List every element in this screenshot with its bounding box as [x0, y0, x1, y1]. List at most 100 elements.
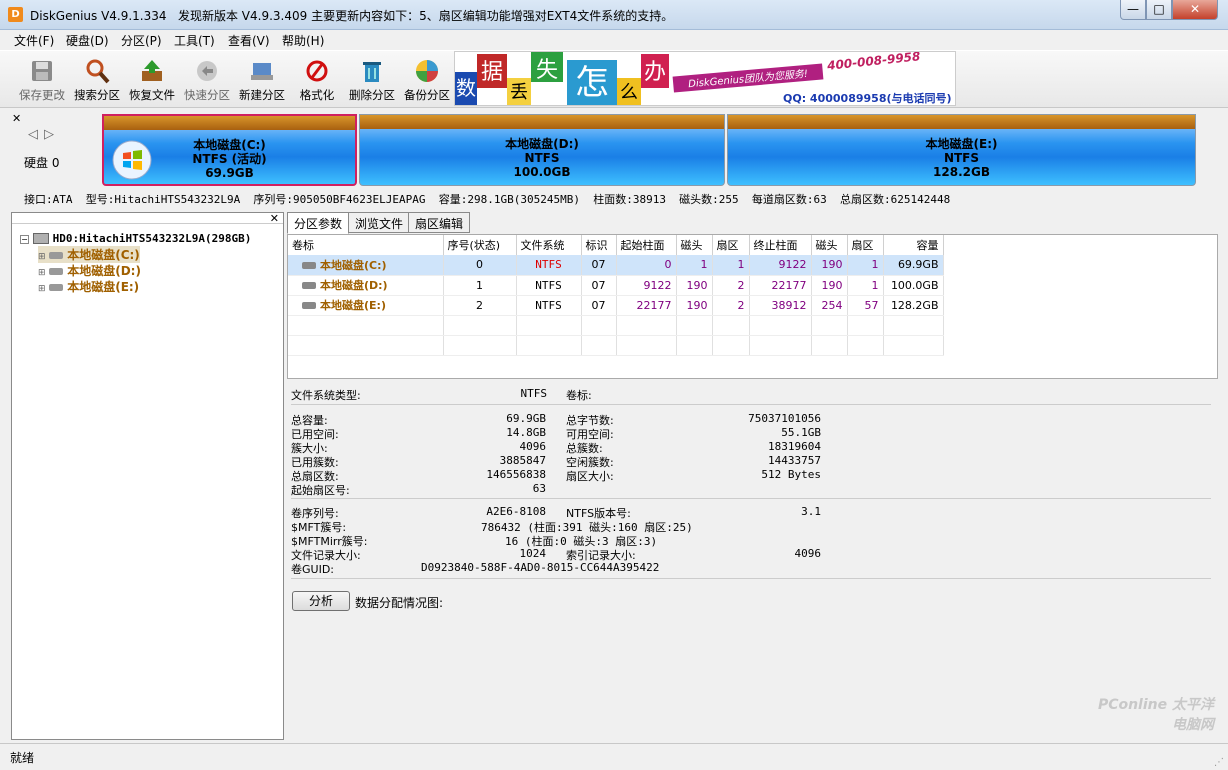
maximize-button[interactable]: □	[1146, 0, 1172, 20]
title-bar: D DiskGenius V4.9.1.334 发现新版本 V4.9.3.409…	[0, 0, 1228, 30]
menu-help[interactable]: 帮助(H)	[282, 32, 324, 49]
banner-phone: 400-008-9958	[826, 51, 921, 73]
resize-grip-icon[interactable]: ⋰	[1214, 757, 1224, 768]
vol-label-label: 卷标:	[566, 389, 592, 402]
expand-icon[interactable]: ⊞	[38, 284, 46, 294]
new-partition-icon	[251, 63, 273, 80]
banner-char-2: 据	[477, 54, 507, 88]
col-capacity[interactable]: 容量	[883, 235, 944, 255]
partition-e-fs: NTFS	[943, 151, 980, 165]
partition-icon	[302, 282, 316, 289]
minimize-button[interactable]: —	[1120, 0, 1146, 20]
table-row[interactable]: 本地磁盘(D:) 1 NTFS 07 9122 190 2 22177 190 …	[288, 275, 944, 296]
collapse-icon[interactable]: −	[20, 235, 29, 244]
expand-icon[interactable]: ⊞	[38, 252, 46, 262]
detail-row: 总簇数: 18319604	[566, 440, 821, 455]
partition-d-size: 100.0GB	[513, 165, 571, 179]
banner-char-6: 么	[617, 78, 641, 105]
backup-partition-button[interactable]: 备份分区	[398, 53, 456, 107]
col-start-cyl[interactable]: 起始柱面	[616, 235, 677, 255]
detail-row: 卷GUID: D0923840-588F-4AD0-8015-CC644A3954…	[291, 561, 660, 576]
save-button[interactable]: 保存更改	[13, 53, 71, 107]
details-pane: 分区参数 浏览文件 扇区编辑 卷标 序号(状态) 文件系统 标识 起始柱面 磁头…	[287, 212, 1218, 740]
close-button[interactable]: ✕	[1172, 0, 1218, 20]
next-disk-icon[interactable]: ▷	[44, 127, 54, 142]
col-end-sector[interactable]: 扇区	[847, 235, 884, 255]
partition-c-block[interactable]: 本地磁盘(C:) NTFS (活动) 69.9GB	[102, 114, 357, 186]
menu-tools[interactable]: 工具(T)	[174, 32, 215, 49]
table-row[interactable]: 本地磁盘(E:) 2 NTFS 07 22177 190 2 38912 254…	[288, 295, 944, 316]
recover-files-button[interactable]: 恢复文件	[123, 53, 181, 107]
menu-bar: 文件(F) 硬盘(D) 分区(P) 工具(T) 查看(V) 帮助(H)	[0, 30, 1228, 50]
status-bar: 就绪 ⋰	[0, 743, 1228, 770]
tab-browse-files[interactable]: 浏览文件	[348, 212, 411, 233]
disk-info: 接口:ATA 型号:HitachiHTS543232L9A 序列号:905050…	[24, 193, 951, 206]
tree-item-c[interactable]: ⊞ 本地磁盘(C:)	[38, 246, 140, 263]
status-text: 就绪	[10, 751, 35, 765]
col-id[interactable]: 标识	[581, 235, 617, 255]
col-fs[interactable]: 文件系统	[516, 235, 582, 255]
tree-root[interactable]: − HD0:HitachiHTS543232L9A(298GB)	[20, 231, 251, 245]
menu-partition[interactable]: 分区(P)	[121, 32, 162, 49]
partition-table: 卷标 序号(状态) 文件系统 标识 起始柱面 磁头 扇区 终止柱面 磁头 扇区 …	[287, 234, 1218, 379]
col-end-head[interactable]: 磁头	[811, 235, 848, 255]
close-diskmap-icon[interactable]: ✕	[12, 112, 21, 125]
tree-root-label: HD0:HitachiHTS543232L9A(298GB)	[52, 232, 252, 245]
delete-icon	[363, 62, 381, 82]
col-start-sector[interactable]: 扇区	[712, 235, 750, 255]
search-partition-button[interactable]: 搜索分区	[68, 53, 126, 107]
partition-d-name: 本地磁盘(D:)	[505, 137, 579, 151]
new-partition-button[interactable]: 新建分区	[233, 53, 291, 107]
partition-icon	[302, 261, 316, 269]
hard-disk-icon	[32, 233, 49, 244]
menu-file[interactable]: 文件(F)	[14, 32, 54, 49]
watermark: PConline 太平洋电脑网	[1097, 697, 1214, 733]
backup-partition-label: 备份分区	[404, 88, 450, 102]
partition-e-block[interactable]: 本地磁盘(E:) NTFS 128.2GB	[727, 114, 1196, 186]
tab-sector-edit[interactable]: 扇区编辑	[408, 212, 471, 233]
tree-item-c-label: 本地磁盘(C:)	[67, 248, 140, 262]
expand-icon[interactable]: ⊞	[38, 268, 46, 278]
tree-item-d-label: 本地磁盘(D:)	[67, 264, 141, 278]
partition-c-name: 本地磁盘(C:)	[193, 138, 266, 152]
delete-partition-button[interactable]: 删除分区	[343, 53, 401, 107]
partition-e-name: 本地磁盘(E:)	[925, 137, 998, 151]
analyze-button[interactable]: 分析	[292, 591, 350, 611]
format-label: 格式化	[299, 88, 335, 102]
detail-row: 起始扇区号: 63	[291, 482, 546, 497]
tab-partition-params[interactable]: 分区参数	[287, 212, 350, 234]
col-start-head[interactable]: 磁头	[676, 235, 713, 255]
update-notice[interactable]: 发现新版本 V4.9.3.409 主要更新内容如下：5、扇区编辑功能增强对EXT…	[178, 9, 673, 23]
delete-partition-label: 删除分区	[349, 88, 395, 102]
banner-char-7: 办	[641, 54, 669, 88]
detail-row: 已用簇数: 3885847	[291, 454, 546, 469]
banner-char-1: 数	[455, 72, 477, 105]
banner-char-3: 丢	[507, 78, 531, 105]
recover-icon	[142, 60, 162, 81]
quick-partition-button[interactable]: 快速分区	[178, 53, 236, 107]
detail-row: 簇大小: 4096	[291, 440, 546, 455]
tree-item-d[interactable]: ⊞ 本地磁盘(D:)	[38, 262, 141, 279]
table-row[interactable]: 本地磁盘(C:) 0 NTFS 07 0 1 1 9122 190 1 69.9…	[288, 255, 944, 276]
window-title: DiskGenius V4.9.1.334	[30, 9, 167, 23]
col-volume[interactable]: 卷标	[288, 235, 444, 255]
format-button[interactable]: 格式化	[288, 53, 346, 107]
banner-char-4: 失	[531, 52, 563, 83]
partition-e-size: 128.2GB	[933, 165, 990, 179]
prev-disk-icon[interactable]: ◁	[28, 127, 38, 142]
backup-icon	[416, 60, 438, 82]
partition-d-block[interactable]: 本地磁盘(D:) NTFS 100.0GB	[359, 114, 725, 186]
recover-files-label: 恢复文件	[129, 88, 175, 102]
col-index[interactable]: 序号(状态)	[443, 235, 517, 255]
menu-view[interactable]: 查看(V)	[228, 32, 270, 49]
new-partition-label: 新建分区	[239, 88, 285, 102]
menu-disk[interactable]: 硬盘(D)	[66, 32, 109, 49]
quick-partition-label: 快速分区	[184, 88, 230, 102]
col-end-cyl[interactable]: 终止柱面	[749, 235, 812, 255]
detail-row: 总字节数: 75037101056	[566, 412, 821, 427]
ad-banner[interactable]: 数 据 丢 失 怎 么 办 DiskGenius团队为您服务! 400-008-…	[454, 51, 956, 106]
tree-item-e-label: 本地磁盘(E:)	[67, 280, 140, 294]
partition-icon	[49, 268, 64, 275]
alloc-map-label: 数据分配情况图:	[355, 596, 444, 610]
tree-item-e[interactable]: ⊞ 本地磁盘(E:)	[38, 278, 139, 295]
